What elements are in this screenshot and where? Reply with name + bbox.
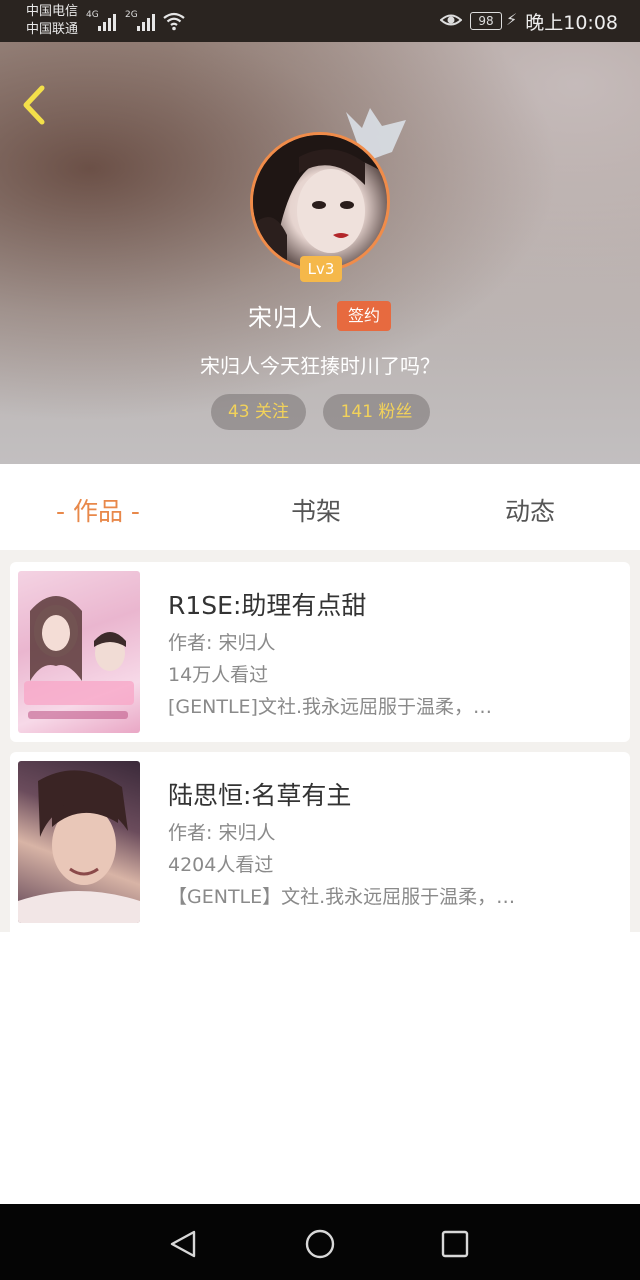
eye-comfort-icon [440,14,462,26]
signal-icon [98,11,118,31]
network-type-2: 2G [125,10,138,20]
following-count-button[interactable]: 43 关注 [211,394,306,430]
avatar[interactable] [250,132,390,272]
carrier-2: 中国联通 [26,22,79,37]
book-views: 14万人看过 [168,664,269,686]
profile-motto: 宋归人今天狂揍时川了吗？ [200,354,440,378]
profile-header: Lv3 宋归人 签约 宋归人今天狂揍时川了吗？ 43 关注 141 粉丝 [0,42,640,464]
fans-count-button[interactable]: 141 粉丝 [323,394,430,430]
book-author: 作者: 宋归人 [168,632,276,654]
cover-illustration [18,770,140,923]
system-nav-bar [0,1204,640,1280]
list-item[interactable]: R1SE:助理有点甜 作者: 宋归人 14万人看过 [GENTLE]文社.我永远… [10,562,630,742]
wifi-icon [163,12,185,31]
tab-feed[interactable]: 动态 [505,492,555,528]
profile-name: 宋归人 [248,304,323,332]
level-badge: Lv3 [300,256,342,282]
tab-works[interactable]: - 作品 - [56,492,140,528]
status-bar: 中国电信 中国联通 4G 2G 98 ⚡ 晚上10:08 [0,0,640,42]
back-button[interactable] [16,82,56,128]
book-description: 【GENTLE】文社.我永远屈服于温柔，… [168,886,516,908]
triangle-back-icon [170,1230,196,1258]
list-item[interactable]: 陆思恒:名草有主 作者: 宋归人 4204人看过 【GENTLE】文社.我永远屈… [10,752,630,932]
tab-bookshelf[interactable]: 书架 [291,492,341,528]
book-views: 4204人看过 [168,854,274,876]
network-type-1: 4G [86,10,99,20]
book-title: 陆思恒:名草有主 [168,781,352,810]
clock: 晚上10:08 [525,12,618,34]
carrier-labels: 中国电信 中国联通 [26,3,78,39]
profile-tabs: - 作品 - 书架 动态 [0,464,640,550]
battery-icon: 98 [470,12,502,30]
signed-badge: 签约 [337,301,391,331]
nav-home-button[interactable] [300,1224,340,1264]
carrier-1: 中国电信 [26,4,79,19]
book-author: 作者: 宋归人 [168,822,276,844]
signal-icon [137,11,157,31]
charging-icon: ⚡ [506,10,518,29]
square-recents-icon [441,1230,469,1258]
nav-recents-button[interactable] [435,1224,475,1264]
book-title: R1SE:助理有点甜 [168,591,367,620]
avatar-image [250,132,390,272]
chevron-left-icon [23,85,45,125]
circle-home-icon [305,1229,335,1259]
book-cover [18,571,140,733]
book-description: [GENTLE]文社.我永远屈服于温柔，… [168,696,493,718]
portrait-illustration [253,135,387,269]
cover-illustration [24,596,134,719]
book-cover [18,761,140,923]
nav-back-button[interactable] [164,1224,204,1264]
